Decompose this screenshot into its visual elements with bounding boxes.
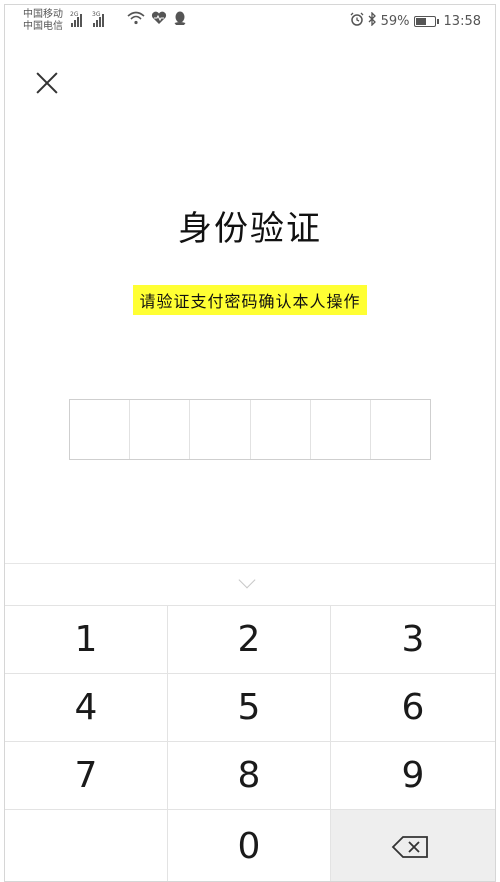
- signal-group: 2G 3G: [70, 11, 104, 27]
- key-7[interactable]: 7: [5, 742, 168, 810]
- pin-cell-2[interactable]: [130, 400, 191, 459]
- key-0[interactable]: 0: [168, 810, 331, 881]
- page-subtitle: 请验证支付密码确认本人操作: [133, 285, 367, 315]
- key-4[interactable]: 4: [5, 674, 168, 742]
- pin-input[interactable]: [69, 399, 431, 460]
- pin-cell-4[interactable]: [251, 400, 311, 459]
- signal-icon: 3G: [92, 11, 104, 27]
- qq-icon: [173, 11, 187, 30]
- key-blank: [5, 810, 168, 881]
- close-icon[interactable]: [31, 67, 63, 99]
- network-type-1: 2G: [70, 11, 79, 18]
- bluetooth-icon: [368, 11, 377, 30]
- app-screen: 中国移动 中国电信 2G 3G 59% 13:58 身份验证 请验证支付密码确认…: [4, 4, 496, 882]
- network-type-2: 3G: [92, 11, 101, 18]
- battery-icon: [413, 15, 439, 27]
- key-1[interactable]: 1: [5, 606, 168, 674]
- delete-button[interactable]: [331, 810, 495, 881]
- page-title: 身份验证: [178, 209, 322, 249]
- pin-cell-1[interactable]: [70, 400, 131, 459]
- wifi-icon: [127, 11, 145, 29]
- key-5[interactable]: 5: [168, 674, 331, 742]
- subtitle-wrap: 请验证支付密码确认本人操作: [5, 285, 495, 315]
- backspace-icon: [391, 835, 435, 859]
- key-2[interactable]: 2: [168, 606, 331, 674]
- carrier-1: 中国移动: [23, 9, 63, 20]
- alarm-icon: [350, 12, 364, 30]
- key-8[interactable]: 8: [168, 742, 331, 810]
- numeric-keypad: 1 2 3 4 5 6 7 8 9 0: [5, 605, 495, 881]
- key-9[interactable]: 9: [331, 742, 495, 810]
- carrier-2: 中国电信: [23, 21, 63, 32]
- pin-cell-3[interactable]: [190, 400, 251, 459]
- signal-icon: 2G: [70, 11, 82, 27]
- status-right: 59% 13:58: [350, 11, 481, 30]
- carrier-labels: 中国移动 中国电信: [23, 9, 63, 33]
- chevron-down-icon[interactable]: [238, 571, 256, 589]
- heart-rate-icon: [151, 11, 167, 29]
- key-6[interactable]: 6: [331, 674, 495, 742]
- pin-cell-6[interactable]: [371, 400, 430, 459]
- status-bar: 中国移动 中国电信 2G 3G 59% 13:58: [5, 5, 495, 39]
- key-3[interactable]: 3: [331, 606, 495, 674]
- pin-cell-5[interactable]: [311, 400, 371, 459]
- battery-percent: 59%: [380, 13, 410, 29]
- keyboard-header: [5, 563, 495, 605]
- status-time: 13:58: [443, 13, 481, 29]
